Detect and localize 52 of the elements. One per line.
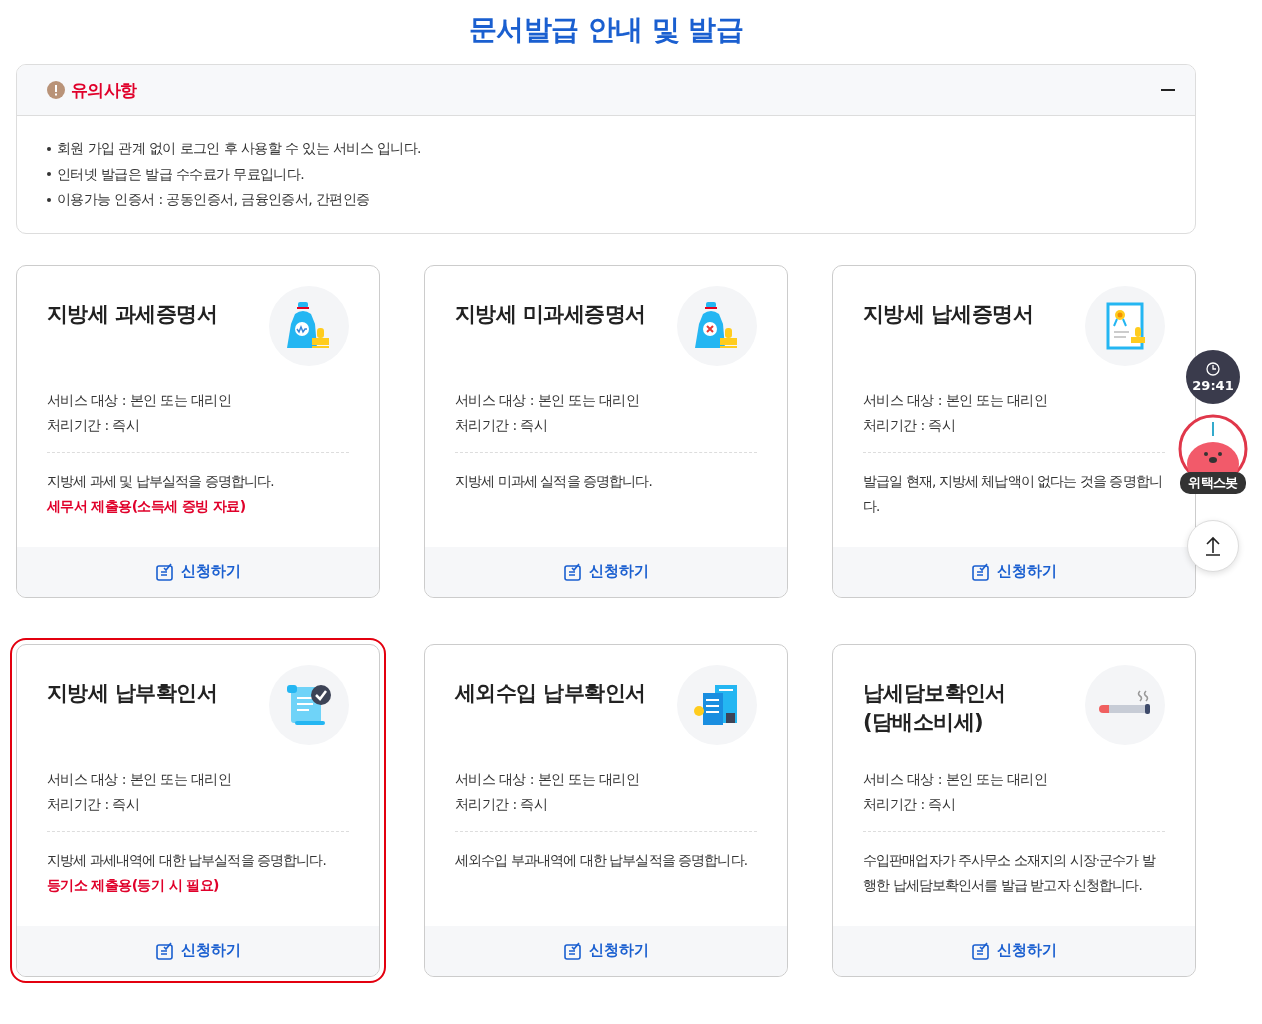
- card-title: 납세담보확인서 (담배소비세): [863, 679, 1006, 736]
- apply-button[interactable]: 신청하기: [17, 546, 379, 597]
- service-target: 서비스 대상 : 본인 또는 대리인: [47, 769, 233, 789]
- bullet-icon: [47, 146, 51, 151]
- apply-button[interactable]: 신청하기: [833, 925, 1195, 976]
- processing-period: 처리기간 : 즉시: [863, 415, 957, 435]
- processing-period: 처리기간 : 즉시: [47, 794, 141, 814]
- card-title: 지방세 납부확인서: [47, 679, 217, 707]
- bullet-icon: [47, 197, 51, 202]
- processing-period: 처리기간 : 즉시: [47, 415, 141, 435]
- card-description: 지방세 과세 및 납부실적을 증명합니다.: [47, 471, 275, 491]
- service-target: 서비스 대상 : 본인 또는 대리인: [47, 390, 233, 410]
- card-description: 지방세 과세내역에 대한 납부실적을 증명합니다.: [47, 850, 327, 870]
- checklist-icon: [155, 561, 175, 582]
- processing-period: 처리기간 : 즉시: [455, 415, 549, 435]
- notice-item: 인터넷 발급은 발급 수수료가 무료입니다.: [57, 164, 305, 184]
- card-title: 지방세 미과세증명서: [455, 300, 646, 328]
- checklist-icon: [971, 940, 991, 961]
- processing-period: 처리기간 : 즉시: [863, 794, 957, 814]
- service-target: 서비스 대상 : 본인 또는 대리인: [863, 769, 1049, 789]
- card-title: 지방세 납세증명서: [863, 300, 1033, 328]
- chatbot-label[interactable]: 위택스봇: [1180, 472, 1246, 494]
- bullet-icon: [47, 172, 51, 177]
- apply-button[interactable]: 신청하기: [833, 546, 1195, 597]
- exclamation-icon: [47, 81, 65, 99]
- card-description: 세외수입 부과내역에 대한 납부실적을 증명합니다.: [455, 850, 749, 870]
- card-description: 발급일 현재, 지방세 체납액이 없다는 것을 증명합니다.: [863, 471, 1163, 516]
- session-timer[interactable]: 29:41: [1186, 350, 1240, 404]
- card-description: 수입판매업자가 주사무소 소재지의 시장·군수가 발행한 납세담보확인서를 발급 받고자 신청합니다.: [863, 850, 1157, 895]
- processing-period: 처리기간 : 즉시: [455, 794, 549, 814]
- checklist-icon: [563, 940, 583, 961]
- scroll-top-button[interactable]: [1187, 520, 1239, 572]
- service-target: 서비스 대상 : 본인 또는 대리인: [863, 390, 1049, 410]
- notice-item: 이용가능 인증서 : 공동인증서, 금융인증서, 간편인증: [57, 190, 370, 209]
- checklist-icon: [971, 561, 991, 582]
- notice-title: 유의사항: [71, 78, 138, 102]
- clock-icon: [1206, 361, 1220, 376]
- checklist-icon: [563, 561, 583, 582]
- apply-button[interactable]: 신청하기: [425, 546, 787, 597]
- minus-icon: [1161, 89, 1175, 91]
- service-target: 서비스 대상 : 본인 또는 대리인: [455, 390, 641, 410]
- card-note: 세무서 제출용(소득세 증빙 자료): [47, 496, 247, 516]
- service-target: 서비스 대상 : 본인 또는 대리인: [455, 769, 641, 789]
- checklist-icon: [155, 940, 175, 961]
- card-description: 지방세 미과세 실적을 증명합니다.: [455, 471, 653, 491]
- card-note: 등기소 제출용(등기 시 필요): [47, 875, 220, 895]
- apply-button[interactable]: 신청하기: [17, 925, 379, 976]
- card-title: 세외수입 납부확인서: [455, 679, 646, 707]
- apply-button[interactable]: 신청하기: [425, 925, 787, 976]
- page-title: 문서발급 안내 및 발급: [467, 12, 744, 48]
- notice-item: 회원 가입 관계 없이 로그인 후 사용할 수 있는 서비스 입니다.: [57, 139, 421, 158]
- card-title: 지방세 과세증명서: [47, 300, 217, 328]
